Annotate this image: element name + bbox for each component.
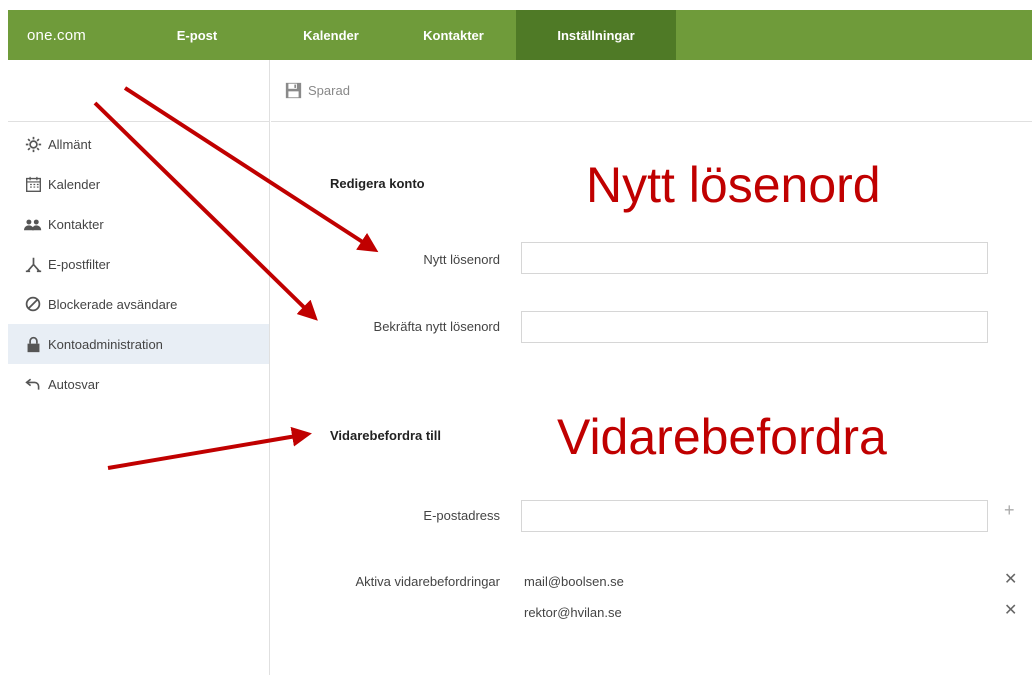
sidebar-item-label: Allmänt bbox=[48, 136, 92, 152]
tab-kontakter[interactable]: Kontakter bbox=[391, 10, 516, 60]
top-nav: one.com E-post Kalender Kontakter Instäl… bbox=[8, 10, 1032, 60]
tab-e-post[interactable]: E-post bbox=[123, 10, 271, 60]
sidebar-item-autosvar[interactable]: Autosvar bbox=[8, 364, 269, 404]
sidebar-item-label: Kalender bbox=[48, 176, 101, 192]
tab-kalender[interactable]: Kalender bbox=[271, 10, 391, 60]
list-item: rektor@hvilan.se bbox=[524, 605, 622, 620]
settings-sidebar: Allmänt Kalender Kontakter E-postfilter … bbox=[8, 60, 270, 675]
section-title-forward: Vidarebefordra till bbox=[330, 428, 442, 443]
calendar-icon bbox=[24, 175, 42, 193]
sidebar-item-kontoadministration[interactable]: Kontoadministration bbox=[8, 324, 269, 364]
confirm-password-label: Bekräfta nytt lösenord bbox=[373, 319, 500, 334]
sidebar-item-kontakter[interactable]: Kontakter bbox=[8, 204, 269, 244]
email-label: E-postadress bbox=[423, 508, 500, 523]
remove-forward-button[interactable]: ✕ bbox=[1004, 569, 1017, 589]
new-password-label: Nytt lösenord bbox=[423, 252, 500, 267]
sidebar-header bbox=[8, 60, 269, 122]
filter-icon bbox=[24, 255, 42, 273]
confirm-password-input[interactable] bbox=[521, 311, 988, 343]
blocked-icon bbox=[24, 295, 42, 313]
sidebar-item-blockerade[interactable]: Blockerade avsändare bbox=[8, 284, 269, 324]
contacts-icon bbox=[24, 215, 42, 233]
sidebar-item-label: Kontakter bbox=[48, 216, 104, 232]
active-forwards-label: Aktiva vidarebefordringar bbox=[355, 574, 500, 589]
tab-installningar[interactable]: Inställningar bbox=[516, 10, 676, 60]
new-password-input[interactable] bbox=[521, 242, 988, 274]
lock-icon bbox=[24, 335, 42, 353]
remove-forward-button[interactable]: ✕ bbox=[1004, 600, 1017, 620]
sidebar-list: Allmänt Kalender Kontakter E-postfilter … bbox=[8, 122, 269, 404]
sidebar-item-label: Blockerade avsändare bbox=[48, 296, 178, 312]
list-item: mail@boolsen.se bbox=[524, 574, 624, 589]
gear-icon bbox=[24, 135, 42, 153]
sidebar-item-e-postfilter[interactable]: E-postfilter bbox=[8, 244, 269, 284]
content-toolbar: Sparad bbox=[271, 60, 1032, 122]
sidebar-item-allmant[interactable]: Allmänt bbox=[8, 124, 269, 164]
annotation-forward: Vidarebefordra bbox=[557, 409, 887, 465]
sidebar-item-label: Autosvar bbox=[48, 376, 100, 392]
reply-icon bbox=[24, 375, 42, 393]
save-label: Sparad bbox=[308, 83, 350, 98]
forward-email-input[interactable] bbox=[521, 500, 988, 532]
save-button[interactable]: Sparad bbox=[285, 82, 350, 100]
sidebar-item-label: E-postfilter bbox=[48, 256, 111, 272]
logo[interactable]: one.com bbox=[8, 10, 123, 60]
section-title-account: Redigera konto bbox=[330, 176, 425, 191]
save-icon bbox=[285, 82, 303, 100]
add-forward-button[interactable]: + bbox=[1004, 500, 1015, 521]
sidebar-item-label: Kontoadministration bbox=[48, 336, 163, 352]
annotation-password: Nytt lösenord bbox=[586, 157, 881, 213]
sidebar-item-kalender[interactable]: Kalender bbox=[8, 164, 269, 204]
